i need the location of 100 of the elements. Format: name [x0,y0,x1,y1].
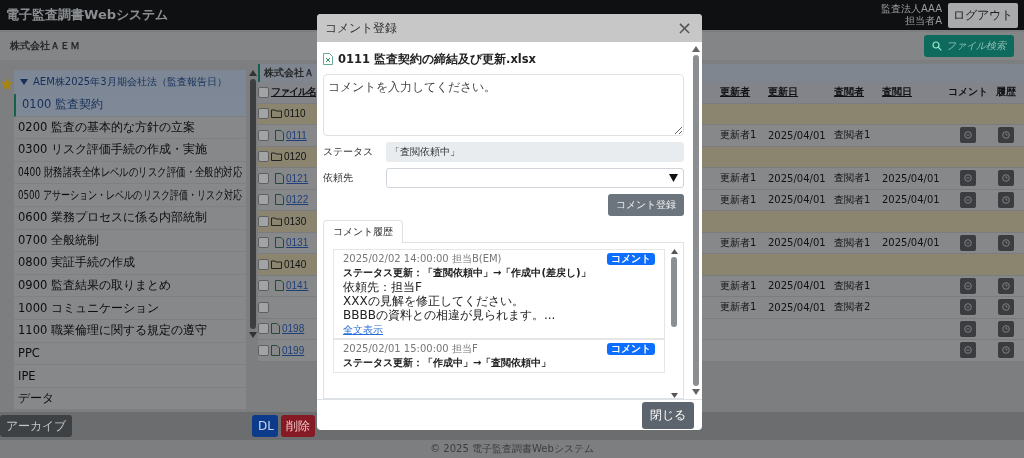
download-button[interactable]: DL [252,415,278,437]
history-button[interactable] [998,127,1014,144]
tree-item-label: PPC [18,346,40,361]
column-header: 履歴 [995,85,1017,100]
comment-button[interactable] [960,342,976,359]
comment-button[interactable] [960,320,976,337]
folder-name[interactable]: 0140 [284,258,307,270]
scroll-down-icon[interactable] [692,389,700,395]
tree-item[interactable]: 1000 コミュニケーション [14,297,246,320]
column-header[interactable]: 更新者 [720,85,768,100]
checkbox[interactable] [258,172,269,184]
comment-button[interactable] [960,299,976,316]
tree-item[interactable]: 1100 職業倫理に関する規定の遵守 [14,319,246,343]
checkbox[interactable] [258,194,269,206]
logout-button[interactable]: ログアウト [948,2,1018,28]
tree-item[interactable]: 0800 実証手続の作成 [14,252,246,275]
checkbox[interactable] [258,129,269,141]
scroll-down-icon[interactable] [249,332,257,338]
tree-item-label: 1000 コミュニケーション [18,300,159,316]
file-link[interactable]: 0131 [286,237,309,249]
table-cell: 更新者1 [720,172,757,184]
checkbox[interactable] [258,237,269,249]
file-link[interactable]: 0122 [286,194,309,206]
clock-icon [1002,303,1010,312]
checkbox[interactable] [258,344,269,356]
comment-button[interactable] [960,234,976,251]
history-text: BBBBの資料との相違が見られます。... [343,308,557,322]
tree-item[interactable]: 0200 監査の基本的な方針の立案 [14,116,246,140]
file-link[interactable]: 0121 [286,172,309,184]
folder-name[interactable]: 0120 [284,151,307,163]
tree-item[interactable]: 0300 リスク評価手続の作成・実施 [14,139,246,162]
table-cell: 更新者1 [720,193,757,205]
star-icon[interactable] [0,76,14,92]
file-link[interactable]: 0199 [282,344,305,356]
checkbox[interactable] [258,86,269,98]
table-cell: 2025/04/01 [882,237,940,249]
file-search-button[interactable]: ファイル検索 [924,35,1014,57]
comment-button[interactable] [960,127,976,144]
history-button[interactable] [998,277,1014,294]
history-button[interactable] [998,320,1014,337]
tree-item[interactable]: IPE [14,365,246,388]
checkbox[interactable] [258,215,269,227]
tree-group-header[interactable]: AEM株2025年3月期会社法（監査報告日） [14,70,246,94]
history-button[interactable] [998,342,1014,359]
checkbox[interactable] [258,301,269,313]
archive-button[interactable]: アーカイブ [0,415,72,437]
file-link[interactable]: 0111 [286,129,307,141]
table-cell: 査閲者1 [834,129,871,141]
file-icon [275,194,284,206]
comment-submit-button[interactable]: コメント登録 [608,194,684,216]
checkbox[interactable] [258,108,269,120]
history-button[interactable] [998,299,1014,316]
history-button[interactable] [998,191,1014,208]
checkbox[interactable] [258,258,269,270]
comment-field[interactable]: コメントを入力してください。 [323,74,684,136]
column-header[interactable]: 査閲日 [882,85,948,100]
tree-item-label: 1100 職業倫理に関する規定の遵守 [18,323,207,339]
table-cell: 査閲者2 [834,301,871,313]
user-name: 担当者A [905,15,942,27]
close-button[interactable]: × [674,19,694,37]
scrollbar[interactable] [669,249,679,398]
column-header[interactable]: 査閲者 [834,85,882,100]
tree-item[interactable]: PPC [14,342,246,366]
tree-item-label: データ [18,391,54,406]
table-cell: 査閲者1 [834,236,871,248]
comment-button[interactable] [960,277,976,294]
checkbox[interactable] [258,151,269,163]
history-button[interactable] [998,234,1014,251]
scroll-down-icon[interactable] [670,393,678,398]
tree-item[interactable]: データ [14,387,246,411]
chat-bubble-icon [964,238,972,247]
file-link[interactable]: 0198 [282,323,305,335]
table-cell: 2025/04/01 [768,237,826,249]
tree-item-label: IPE [18,368,36,383]
history-title: ステータス更新：「査閲依頼中」→「作成中(差戻し)」 [343,266,592,279]
tree-item[interactable]: 0100 監査契約 [14,94,246,117]
file-link[interactable]: 0141 [286,280,309,292]
folder-name[interactable]: 0130 [284,215,307,227]
comment-button[interactable] [960,191,976,208]
file-icon [275,172,284,184]
dropdown-caret-icon [669,174,678,182]
comment-button[interactable] [960,170,976,187]
column-header[interactable]: 更新日 [768,85,834,100]
folder-name[interactable]: 0110 [284,108,306,120]
show-full-link[interactable]: 全文表示 [343,324,383,336]
clock-icon [1002,131,1010,140]
close-dialog-button[interactable]: 閉じる [642,401,694,429]
file-icon [275,129,284,141]
tab[interactable]: コメント履歴 [323,220,403,243]
history-button[interactable] [998,170,1014,187]
delete-button[interactable]: 削除 [281,415,315,437]
scroll-up-icon[interactable] [692,46,700,52]
tree-item[interactable]: 0900 監査結果の取りまとめ [14,274,246,298]
tree-item[interactable]: 0600 業務プロセスに係る内部統制 [14,206,246,230]
tree-item[interactable]: 0700 全般統制 [14,229,246,253]
scroll-up-icon[interactable] [249,70,257,76]
checkbox[interactable] [258,323,269,335]
file-name: 0111 監査契約の締結及び更新.xlsx [338,51,536,67]
table-cell: 2025/04/01 [768,129,826,141]
checkbox[interactable] [258,280,269,292]
